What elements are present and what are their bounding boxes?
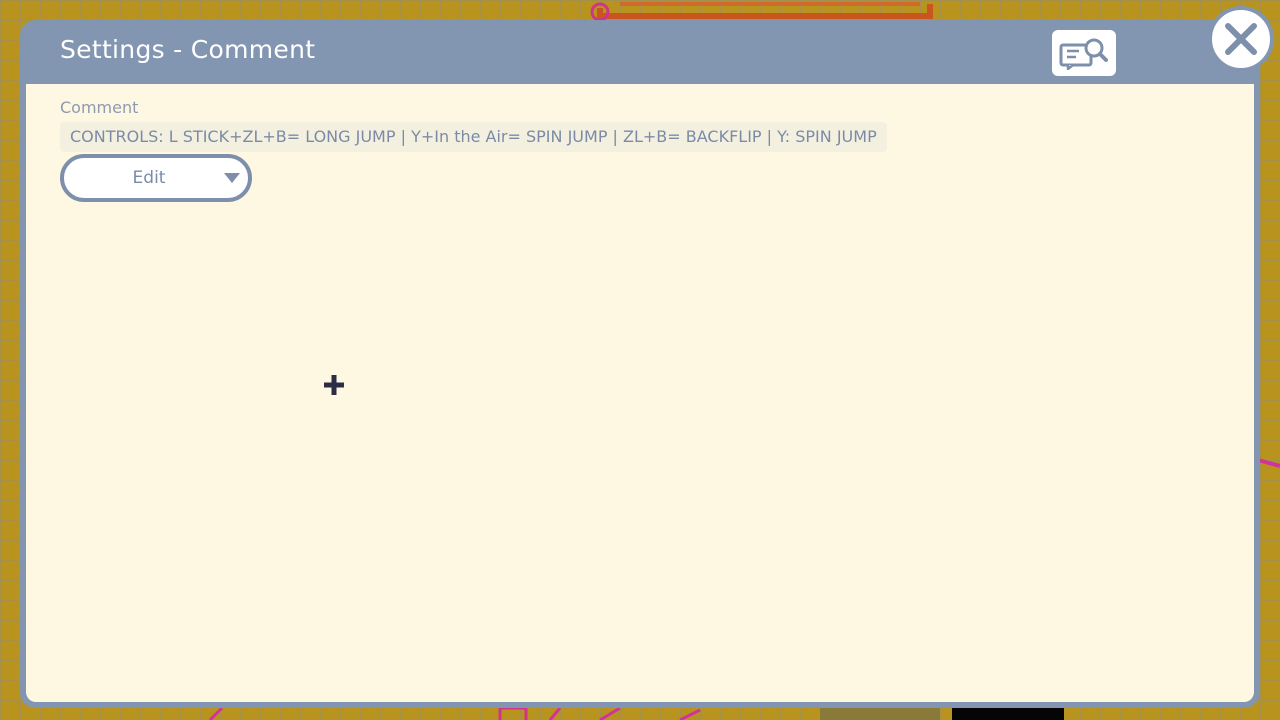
dialog-body: Comment CONTROLS: L STICK+ZL+B= LONG JUM… xyxy=(26,84,1254,702)
manual-search-icon xyxy=(1059,38,1108,70)
close-button[interactable] xyxy=(1208,6,1274,72)
comment-label: Comment xyxy=(60,98,139,117)
edit-dropdown-label: Edit xyxy=(132,168,166,188)
crosshair-cursor-icon xyxy=(324,375,344,395)
settings-dialog: Settings - Comment Comment CONTROLS: L S… xyxy=(20,20,1260,708)
help-manual-button[interactable] xyxy=(1052,30,1116,76)
close-x-icon xyxy=(1225,23,1257,55)
dialog-title: Settings - Comment xyxy=(60,35,316,64)
comment-text: CONTROLS: L STICK+ZL+B= LONG JUMP | Y+In… xyxy=(60,122,887,152)
chevron-down-icon xyxy=(224,173,240,183)
edit-dropdown[interactable]: Edit xyxy=(60,154,252,202)
dialog-header: Settings - Comment xyxy=(20,20,1260,84)
